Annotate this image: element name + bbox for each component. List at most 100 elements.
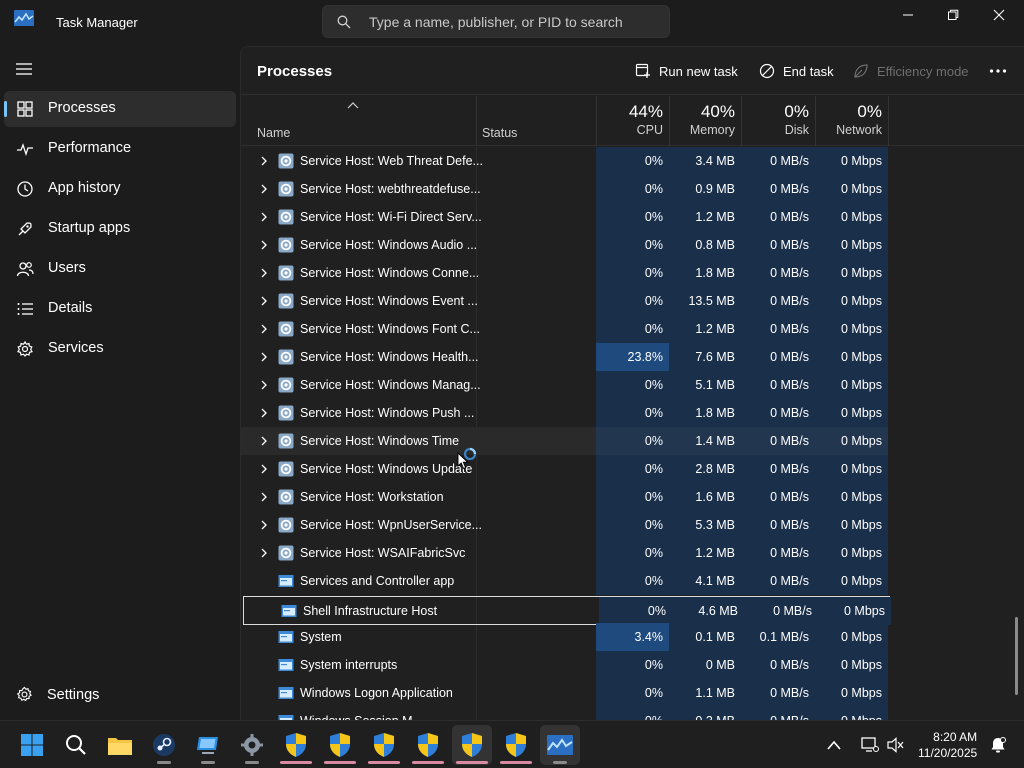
efficiency-mode-label: Efficiency mode <box>877 63 969 79</box>
process-row[interactable]: Service Host: Windows Health... 23.8% 7.6 … <box>241 343 1024 371</box>
process-name: System <box>300 630 342 644</box>
taskbar-uac-prompt[interactable] <box>276 725 316 765</box>
process-row[interactable]: Service Host: webthreatdefuse... 0% 0.9 MB… <box>241 175 1024 203</box>
column-cpu-header[interactable]: 44% CPU <box>596 102 663 137</box>
process-row[interactable]: System 3.4% 0.1 MB 0.1 MB/s 0 Mbps <box>241 623 1024 651</box>
maximize-button[interactable] <box>930 0 976 30</box>
memory-cell: 2.8 MB <box>669 455 741 483</box>
process-row[interactable]: Service Host: Wi-Fi Direct Serv... 0% 1.2 … <box>241 203 1024 231</box>
column-disk-header[interactable]: 0% Disk <box>741 102 809 137</box>
taskbar-steam[interactable] <box>144 725 184 765</box>
start-button[interactable] <box>12 725 52 765</box>
taskbar-uac-prompt[interactable] <box>408 725 448 765</box>
show-hidden-icons-button[interactable] <box>818 725 850 765</box>
process-row[interactable]: Service Host: Web Threat Defe... 0% 3.4 MB… <box>241 147 1024 175</box>
process-row[interactable]: Service Host: Windows Audio ... 0% 0.8 MB 0… <box>241 231 1024 259</box>
chevron-up-icon <box>827 740 841 750</box>
close-button[interactable] <box>976 0 1022 30</box>
vertical-scrollbar[interactable] <box>1015 617 1018 695</box>
taskbar-search-button[interactable] <box>56 725 96 765</box>
chevron-right-icon[interactable] <box>260 492 268 502</box>
chevron-right-icon[interactable] <box>260 436 268 446</box>
memory-cell: 4.6 MB <box>672 597 744 625</box>
column-network-header[interactable]: 0% Network <box>815 102 882 137</box>
service-host-gear-icon <box>278 349 294 365</box>
more-options-button[interactable] <box>989 59 1015 83</box>
sidebar-item-startup-apps[interactable]: Startup apps <box>4 211 236 247</box>
service-host-gear-icon <box>278 517 294 533</box>
process-row[interactable]: Service Host: Windows Update 0% 2.8 MB 0 MB… <box>241 455 1024 483</box>
notifications-button[interactable] <box>984 725 1012 765</box>
taskbar-remote-desktop[interactable] <box>188 725 228 765</box>
column-separator[interactable] <box>888 96 889 146</box>
search-box[interactable] <box>322 5 670 38</box>
sidebar-item-users[interactable]: Users <box>4 251 236 287</box>
taskbar-uac-prompt[interactable] <box>320 725 360 765</box>
hamburger-menu-icon[interactable] <box>14 62 34 76</box>
cpu-cell: 0% <box>596 399 669 427</box>
search-input[interactable] <box>369 6 659 37</box>
process-row[interactable]: Service Host: Windows Conne... 0% 1.8 MB 0 … <box>241 259 1024 287</box>
chevron-right-icon[interactable] <box>260 268 268 278</box>
chevron-right-icon[interactable] <box>260 520 268 530</box>
cpu-cell: 0% <box>596 707 669 720</box>
volume-tray-button[interactable] <box>880 725 912 765</box>
chevron-right-icon[interactable] <box>260 548 268 558</box>
chevron-right-icon[interactable] <box>260 352 268 362</box>
uac-shield-icon <box>506 733 526 757</box>
taskbar-uac-prompt[interactable] <box>496 725 536 765</box>
chevron-right-icon[interactable] <box>260 184 268 194</box>
settings-label: Settings <box>47 686 100 703</box>
end-task-icon <box>759 63 775 79</box>
sidebar-item-services[interactable]: Services <box>4 331 236 367</box>
disk-cell: 0 MB/s <box>741 511 815 539</box>
details-icon <box>17 303 33 315</box>
process-row[interactable]: Service Host: Windows Font C... 0% 1.2 MB 0… <box>241 315 1024 343</box>
taskbar-uac-prompt[interactable] <box>452 725 492 765</box>
taskbar-clock[interactable]: 8:20 AM 11/20/2025 <box>918 729 977 761</box>
process-row[interactable]: System interrupts 0% 0 MB 0 MB/s 0 Mbps <box>241 651 1024 679</box>
cpu-cell: 0% <box>596 455 669 483</box>
end-task-button[interactable]: End task <box>759 59 834 83</box>
taskbar-task-manager[interactable] <box>540 725 580 765</box>
taskbar-settings[interactable] <box>232 725 272 765</box>
taskbar-uac-prompt[interactable] <box>364 725 404 765</box>
column-memory-header[interactable]: 40% Memory <box>669 102 735 137</box>
efficiency-mode-button[interactable]: Efficiency mode <box>853 59 969 83</box>
chevron-right-icon[interactable] <box>260 464 268 474</box>
chevron-right-icon[interactable] <box>260 380 268 390</box>
process-row[interactable]: Service Host: Windows Push ... 0% 1.8 MB 0 … <box>241 399 1024 427</box>
chevron-right-icon[interactable] <box>260 240 268 250</box>
column-name-header[interactable]: Name <box>257 126 290 140</box>
chevron-right-icon[interactable] <box>260 212 268 222</box>
settings-button[interactable]: Settings <box>16 686 99 703</box>
sidebar-item-app-history[interactable]: App history <box>4 171 236 207</box>
process-row[interactable]: Windows Session M...0%0.3 MB0 MB/s0 Mbps <box>241 707 1024 720</box>
chevron-right-icon[interactable] <box>260 296 268 306</box>
run-new-task-button[interactable]: Run new task <box>635 59 738 83</box>
column-separator[interactable] <box>476 96 477 146</box>
process-row[interactable]: Service Host: Windows Manag... 0% 5.1 MB 0 … <box>241 371 1024 399</box>
process-row[interactable]: Service Host: Workstation 0% 1.6 MB 0 MB/s 0… <box>241 483 1024 511</box>
process-row[interactable]: Services and Controller app 0% 4.1 MB 0 MB/… <box>241 567 1024 595</box>
minimize-button[interactable] <box>885 0 931 30</box>
cpu-cell: 0% <box>596 511 669 539</box>
mouse-cursor-icon <box>457 452 469 470</box>
chevron-right-icon[interactable] <box>260 408 268 418</box>
process-row[interactable]: Windows Logon Application 0% 1.1 MB 0 MB/s 0… <box>241 679 1024 707</box>
process-row[interactable]: Service Host: WSAIFabricSvc 0% 1.2 MB 0 MB/… <box>241 539 1024 567</box>
process-row[interactable]: Service Host: Windows Event ... 0% 13.5 MB… <box>241 287 1024 315</box>
chevron-right-icon[interactable] <box>260 324 268 334</box>
process-row[interactable]: Service Host: Windows Time 0% 1.4 MB 0 MB/s… <box>241 427 1024 455</box>
taskbar-file-explorer[interactable] <box>100 725 140 765</box>
cpu-cell: 0% <box>596 175 669 203</box>
sidebar-item-performance[interactable]: Performance <box>4 131 236 167</box>
process-row[interactable]: Service Host: WpnUserService... 0% 5.3 MB 0… <box>241 511 1024 539</box>
chevron-right-icon[interactable] <box>260 156 268 166</box>
active-indicator <box>4 101 7 117</box>
network-cell: 0 Mbps <box>815 203 888 231</box>
column-status-header[interactable]: Status <box>482 126 517 140</box>
sidebar-item-details[interactable]: Details <box>4 291 236 327</box>
sidebar-item-processes[interactable]: Processes <box>4 91 236 127</box>
process-row[interactable]: Shell Infrastructure Host 0% 4.6 MB 0 MB/s 0… <box>243 596 891 625</box>
